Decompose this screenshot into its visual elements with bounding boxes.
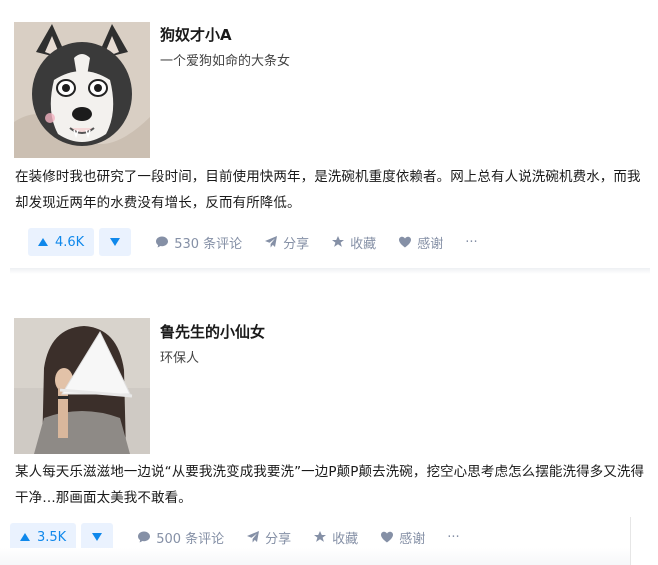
share-label: 分享 — [283, 236, 310, 252]
comment-label: 530 条评论 — [174, 236, 243, 252]
favorite-button[interactable]: 收藏 — [331, 233, 376, 252]
triangle-up-icon — [20, 533, 30, 541]
card-bottom-shadow — [0, 548, 630, 565]
upvote-count: 4.6K — [55, 234, 85, 250]
comment-button[interactable]: 500 条评论 — [137, 528, 224, 547]
share-icon — [247, 531, 260, 543]
downvote-button[interactable] — [99, 228, 132, 256]
more-button[interactable]: ··· — [447, 530, 459, 545]
author-name[interactable]: 狗奴才小A — [160, 24, 232, 45]
card-divider — [10, 268, 650, 274]
thanks-label: 感谢 — [399, 531, 426, 547]
comment-button[interactable]: 530 条评论 — [155, 233, 242, 252]
share-button[interactable]: 分享 — [264, 233, 309, 252]
star-icon — [332, 236, 345, 247]
share-label: 分享 — [265, 531, 292, 547]
favorite-button[interactable]: 收藏 — [313, 528, 358, 547]
thanks-button[interactable]: 感谢 — [398, 233, 443, 252]
answer-card: 狗奴才小A 一个爱狗如命的大条女 在装修时我也研究了一段时间，目前使用快两年，是… — [0, 0, 658, 272]
triangle-down-icon — [92, 533, 103, 541]
more-button[interactable]: ··· — [465, 235, 477, 250]
more-icon: ··· — [447, 529, 460, 545]
favorite-label: 收藏 — [350, 236, 377, 252]
upvote-button[interactable]: 3.5K — [10, 523, 77, 551]
downvote-button[interactable] — [81, 523, 114, 551]
star-icon — [314, 531, 327, 542]
husky-avatar-image — [14, 22, 150, 158]
author-name[interactable]: 鲁先生的小仙女 — [160, 321, 265, 342]
girl-avatar-image — [14, 318, 150, 454]
answer-card: 鲁先生的小仙女 环保人 某人每天乐滋滋地一边说“从要我洗变成我要洗”一边P颠P颠… — [0, 296, 658, 565]
author-bio: 一个爱狗如命的大条女 — [160, 54, 291, 69]
thanks-label: 感谢 — [417, 236, 444, 252]
comment-label: 500 条评论 — [156, 531, 225, 547]
author-avatar[interactable] — [14, 22, 150, 158]
upvote-button[interactable]: 4.6K — [28, 228, 95, 256]
answer-content: 某人每天乐滋滋地一边说“从要我洗变成我要洗”一边P颠P颠去洗碗，挖空心思考虑怎么… — [15, 464, 645, 506]
triangle-down-icon — [110, 238, 121, 246]
more-icon: ··· — [465, 234, 478, 250]
card-border — [630, 517, 631, 565]
action-bar: 4.6K 530 条评论 分享 收藏 感谢 ··· — [28, 222, 478, 262]
thanks-button[interactable]: 感谢 — [380, 528, 425, 547]
answer-content: 在装修时我也研究了一段时间，目前使用快两年，是洗碗机重度依赖者。网上总有人说洗碗… — [15, 169, 641, 211]
comment-icon — [138, 531, 151, 543]
author-avatar[interactable] — [14, 318, 150, 454]
share-icon — [265, 236, 278, 248]
share-button[interactable]: 分享 — [246, 528, 291, 547]
favorite-label: 收藏 — [332, 531, 359, 547]
author-bio: 环保人 — [160, 351, 200, 366]
comment-icon — [156, 236, 169, 248]
upvote-count: 3.5K — [37, 529, 67, 545]
heart-icon — [381, 531, 394, 543]
triangle-up-icon — [38, 238, 48, 246]
heart-icon — [399, 236, 412, 248]
